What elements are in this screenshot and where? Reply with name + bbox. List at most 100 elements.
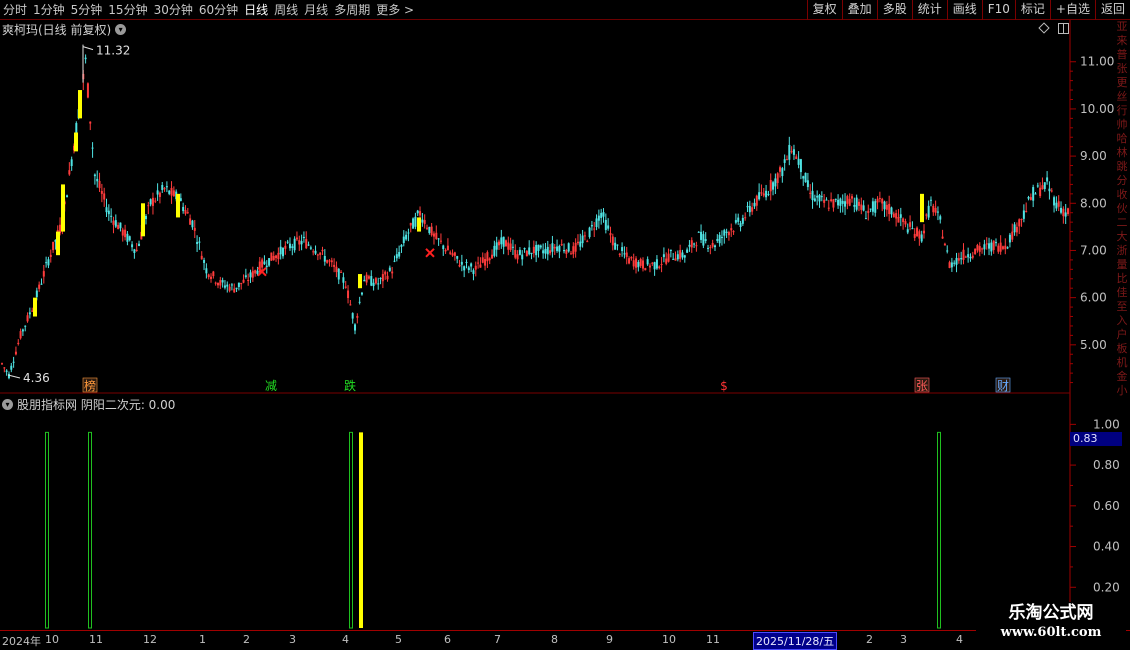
period-tab[interactable]: 30分钟 — [151, 0, 196, 20]
candle-body — [727, 231, 730, 236]
period-tab[interactable]: 60分钟 — [196, 0, 241, 20]
candle-body — [667, 253, 670, 262]
candle-body — [820, 196, 823, 198]
candle-body — [400, 244, 403, 247]
toolbar-button[interactable]: +自选 — [1049, 0, 1095, 20]
strip-char: 入 — [1116, 314, 1128, 327]
signal-candle — [417, 217, 421, 232]
candle-body — [864, 218, 867, 220]
period-tab[interactable]: 1分钟 — [30, 0, 68, 20]
candle-body — [813, 198, 816, 202]
candle-body — [326, 260, 329, 263]
price-tick-label: 11.00 — [1080, 55, 1114, 69]
period-tab[interactable]: 分时 — [0, 0, 30, 20]
candle-body — [1046, 177, 1049, 182]
candle-body — [233, 288, 236, 293]
candle-body — [1060, 207, 1063, 213]
candle-body — [386, 275, 389, 280]
candle-body — [472, 270, 475, 274]
indicator-chart[interactable]: 1.000.800.600.400.20 — [0, 394, 1130, 630]
candle-body — [988, 243, 991, 249]
candle-body — [532, 246, 535, 254]
candle-body — [335, 266, 338, 273]
toolbar-button[interactable]: 画线 — [946, 0, 982, 20]
panel-toggle-icon[interactable] — [1058, 23, 1069, 34]
toolbar-button[interactable]: F10 — [981, 0, 1015, 20]
period-tab[interactable]: 5分钟 — [68, 0, 106, 20]
candle-body — [398, 252, 401, 257]
price-tick-label: 10.00 — [1080, 102, 1114, 116]
candle-body — [179, 198, 182, 201]
main-chart[interactable]: 11.00 10.00 9.00 8.00 7.00 6.00 5.00 11.32 4.36 榜… — [0, 20, 1130, 394]
candle-body — [839, 198, 842, 206]
candle-body — [946, 250, 949, 252]
period-tab[interactable]: 多周期 — [331, 0, 373, 20]
candle-body — [695, 245, 698, 247]
candle-body — [542, 250, 545, 254]
toolbar-button[interactable]: 多股 — [876, 0, 912, 20]
signal-candle — [141, 203, 145, 237]
candle-body — [723, 230, 726, 236]
period-tab[interactable]: 月线 — [301, 0, 331, 20]
chevron-down-icon[interactable]: ▾ — [2, 398, 13, 410]
period-tab[interactable]: 周线 — [271, 0, 301, 20]
candle-body — [451, 253, 454, 256]
candle-body — [333, 264, 336, 267]
candle-body — [66, 195, 69, 198]
candle-body — [672, 258, 675, 260]
candle-body — [669, 249, 672, 252]
candle-body — [516, 254, 519, 260]
candle-body — [200, 255, 203, 260]
period-tab[interactable]: 更多 > — [373, 0, 417, 20]
candle-body — [1, 363, 3, 365]
event-marker: 张 — [916, 379, 928, 393]
candle-body — [240, 282, 243, 285]
signal-candle — [56, 231, 60, 256]
candle-body — [91, 147, 94, 149]
candle-body — [600, 212, 603, 218]
candle-body — [595, 218, 598, 228]
toolbar-button[interactable]: 标记 — [1014, 0, 1050, 20]
candle-body — [1018, 219, 1021, 227]
candle-body — [52, 241, 55, 251]
candle-body — [925, 214, 928, 216]
candle-body — [718, 234, 721, 244]
candle-body — [384, 271, 387, 275]
candle-body — [1055, 202, 1058, 209]
candle-body — [31, 310, 34, 312]
candle-body — [999, 242, 1002, 252]
candle-body — [753, 202, 756, 207]
candle-body — [193, 227, 196, 231]
toolbar-button[interactable]: 统计 — [911, 0, 947, 20]
date-label: 9 — [606, 633, 613, 646]
candle-body — [871, 201, 874, 212]
candle-body — [690, 240, 693, 248]
strip-char: 普 — [1116, 48, 1128, 61]
period-tab[interactable]: 日线 — [241, 0, 271, 20]
toolbar-button[interactable]: 叠加 — [841, 0, 877, 20]
low-price-label: 4.36 — [23, 371, 50, 385]
period-tab[interactable]: 15分钟 — [105, 0, 150, 20]
candle-body — [151, 197, 154, 206]
event-marker: 财 — [997, 379, 1009, 393]
candle-body — [428, 226, 431, 233]
candle-body — [270, 252, 273, 261]
candle-body — [272, 255, 275, 260]
strip-char: 金 — [1116, 370, 1128, 383]
candle-body — [47, 259, 50, 266]
candle-body — [210, 276, 213, 279]
candle-body — [711, 243, 714, 247]
toolbar-button[interactable]: 返回 — [1094, 0, 1130, 20]
candle-body — [618, 253, 621, 256]
candle-body — [597, 215, 600, 221]
candle-body — [983, 244, 986, 250]
toolbar-button[interactable]: 复权 — [806, 0, 842, 20]
candle-body — [147, 205, 150, 207]
candle-body — [314, 250, 317, 254]
watermark: 乐淘公式网 www.60lt.com — [976, 602, 1126, 648]
candle-body — [214, 282, 217, 284]
candle-body — [42, 271, 45, 277]
candle-body — [5, 370, 8, 372]
candle-body — [1050, 190, 1053, 192]
chevron-down-icon[interactable]: ▾ — [115, 23, 127, 35]
